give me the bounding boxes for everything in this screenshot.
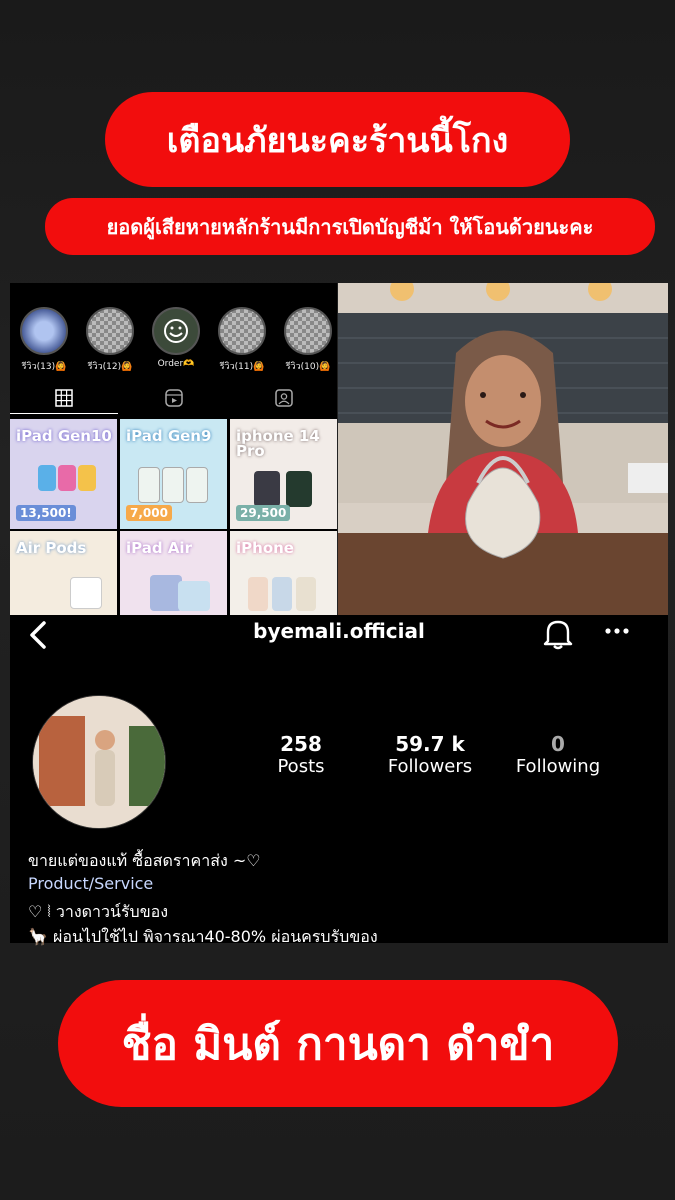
post-thumbnail[interactable]: iPad Gen10 13,500! [10,419,117,529]
post-thumbnail[interactable]: iPad Air [120,531,227,615]
post-title: iPad Gen9 [126,427,212,445]
posts-stat[interactable]: 258 Posts [262,733,340,779]
following-label: Following [515,756,601,777]
highlight-label: Order🫶 [157,359,195,369]
highlight-label: รีวิว(13)🙆 [21,362,67,372]
post-thumbnail[interactable]: Air Pods [10,531,117,615]
bio-line: ♡ ⦚ วางดาวน์รับของ [28,902,169,921]
post-title: iPad Gen10 [16,427,112,445]
warning-banner-subtitle: ยอดผู้เสียหายหลักร้านมีการเปิดบัญชีม้า ใ… [45,198,655,255]
following-stat[interactable]: 0 Following [508,733,608,779]
post-thumbnail[interactable]: iphone 14 Pro 29,500 [230,419,337,529]
bio-line: 🦙 ผ่อนไปใช้ไป พิจารณา40-80% ผ่อนครบรับขอ… [28,927,378,946]
tagged-icon[interactable] [274,389,294,407]
notification-bell-icon[interactable] [540,617,576,651]
more-options-icon[interactable] [602,619,632,643]
highlight-item[interactable]: Order🫶 [148,307,204,369]
post-title: iPhone [236,539,294,557]
following-count: 0 [551,732,565,756]
avatar[interactable] [32,695,166,829]
post-price: 13,500! [16,505,76,521]
woman-with-handbag-image [338,283,668,615]
profile-photo-large [338,283,668,615]
placeholder-checker-icon [218,307,266,355]
placeholder-checker-icon [86,307,134,355]
highlight-item[interactable]: รีวิว(12)🙆 [82,307,138,373]
profile-category[interactable]: Product/Service [28,874,153,893]
warning-banner-title: เตือนภัยนะคะร้านนี้โกง [105,92,570,187]
highlight-item[interactable]: รีวิว(10)🙆 [280,307,336,373]
smile-photo-icon [152,307,200,355]
post-title: Air Pods [16,539,87,557]
profile-tabs [10,383,337,415]
post-price: 7,000 [126,505,172,521]
highlight-label: รีวิว(11)🙆 [219,362,265,372]
post-grid: iPad Gen10 13,500! iPad Gen9 7,000 iphon… [10,419,337,615]
posts-count: 258 [280,732,322,756]
placeholder-checker-icon [284,307,332,355]
followers-label: Followers [387,756,473,777]
post-price: 29,500 [236,505,291,521]
avatar-photo-icon [20,307,68,355]
avatar-image [33,696,165,828]
post-thumbnail[interactable]: iPhone [230,531,337,615]
post-title: iphone 14 Pro [236,427,320,460]
scammer-name-banner: ชื่อ มินต์ กานดา ดำขำ [58,980,618,1107]
followers-stat[interactable]: 59.7 k Followers [380,733,480,779]
post-thumbnail[interactable]: iPad Gen9 7,000 [120,419,227,529]
post-title: iPad Air [126,539,192,557]
bio-line: ขายแต่ของแท้ ซื้อสดราคาส่ง ~♡ [28,851,261,870]
reels-icon[interactable] [164,389,184,407]
posts-label: Posts [277,756,325,777]
story-highlights: รีวิว(13)🙆 รีวิว(12)🙆 Order🫶 รีวิว(11)🙆 … [10,307,337,377]
highlight-label: รีวิว(10)🙆 [285,362,331,372]
followers-count: 59.7 k [395,732,465,756]
highlight-label: รีวิว(12)🙆 [87,362,133,372]
highlight-item[interactable]: รีวิว(11)🙆 [214,307,270,373]
grid-icon[interactable] [54,389,74,407]
profile-header: byemali.official 258 Posts 59.7 k Follow… [10,615,668,946]
highlight-item[interactable]: รีวิว(13)🙆 [16,307,72,373]
instagram-feed-screenshot: รีวิว(13)🙆 รีวิว(12)🙆 Order🫶 รีวิว(11)🙆 … [10,283,337,615]
tab-underline [10,413,118,414]
